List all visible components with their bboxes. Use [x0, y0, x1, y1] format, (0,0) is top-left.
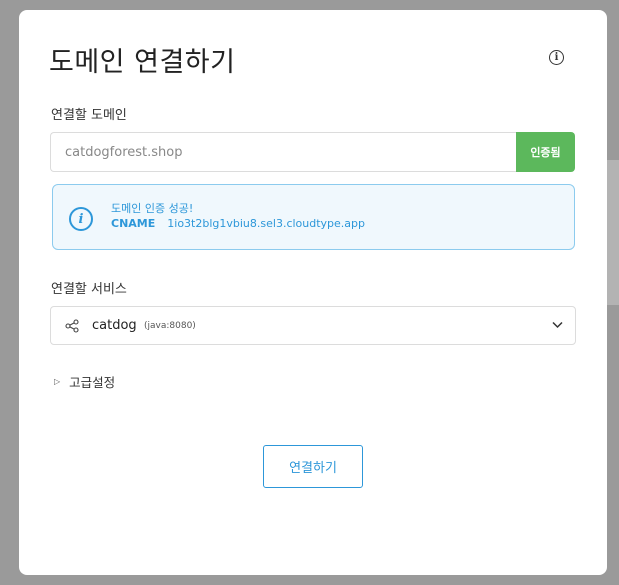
cname-value: 1io3t2blg1vbiu8.sel3.cloudtype.app: [167, 217, 366, 230]
connect-domain-modal: 도메인 연결하기 i 연결할 도메인 인증됨 i 도메인 인증 성공! CNAM…: [19, 10, 607, 575]
info-icon[interactable]: i: [549, 50, 564, 65]
domain-input-group: 인증됨: [50, 132, 575, 172]
modal-title: 도메인 연결하기: [49, 47, 236, 78]
advanced-settings-toggle[interactable]: ▷ 고급설정: [54, 372, 115, 391]
domain-input[interactable]: [50, 132, 516, 172]
caret-right-icon: ▷: [54, 377, 61, 386]
domain-section-label: 연결할 도메인: [51, 108, 127, 123]
verification-success-alert: i 도메인 인증 성공! CNAME 1io3t2blg1vbiu8.sel3.c…: [52, 184, 575, 250]
cname-key: CNAME: [111, 217, 156, 230]
alert-message: 도메인 인증 성공!: [111, 202, 194, 215]
cname-record: CNAME 1io3t2blg1vbiu8.sel3.cloudtype.app: [111, 217, 365, 230]
share-icon: [65, 319, 79, 333]
advanced-settings-label: 고급설정: [69, 375, 116, 390]
verified-button[interactable]: 인증됨: [516, 132, 575, 172]
service-select[interactable]: catdog (java:8080): [50, 306, 576, 345]
service-name: catdog: [92, 318, 137, 333]
service-section-label: 연결할 서비스: [51, 282, 127, 297]
info-circle-icon: i: [69, 207, 93, 231]
chevron-down-icon: [552, 321, 563, 329]
connect-button[interactable]: 연결하기: [263, 445, 363, 488]
service-runtime: (java:8080): [144, 321, 196, 331]
backdrop-panel: [607, 160, 619, 305]
